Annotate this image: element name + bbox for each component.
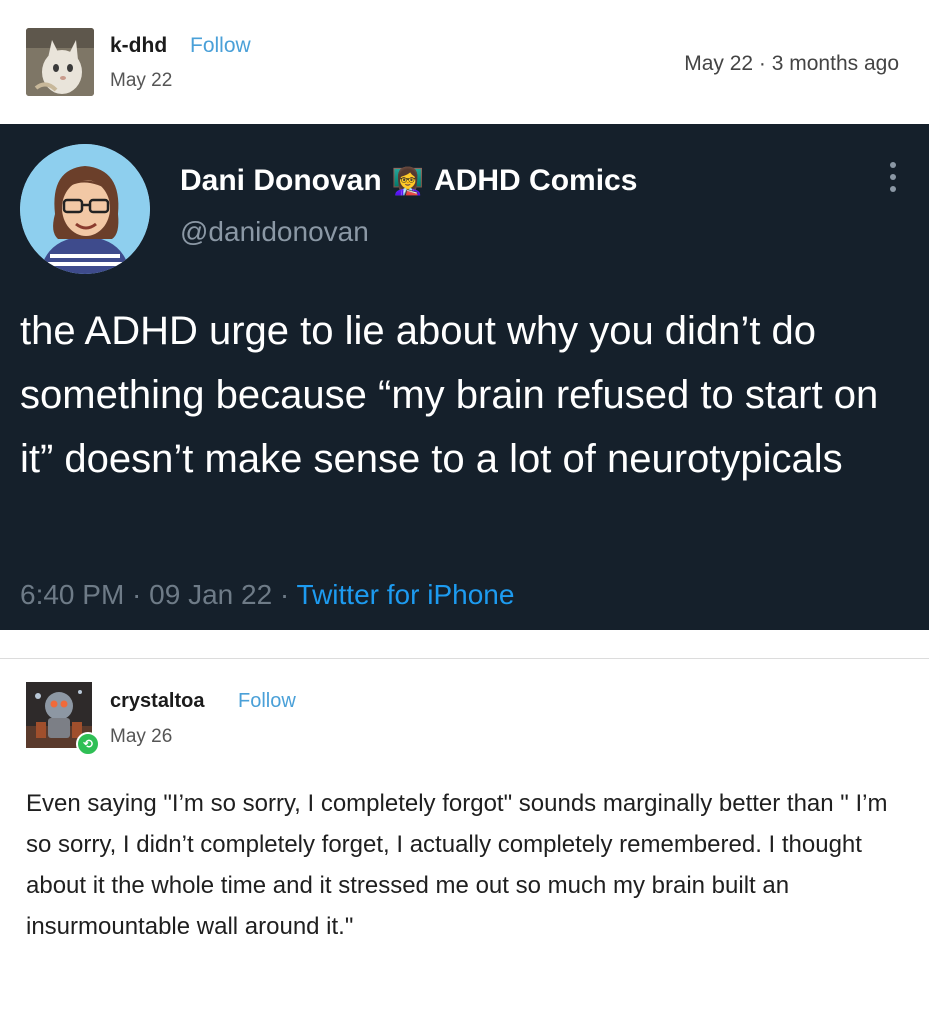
- tweet-metadata: 6:40 PM · 09 Jan 22 · Twitter for iPhone: [20, 579, 514, 611]
- tweet-text: the ADHD urge to lie about why you didn’…: [20, 309, 879, 481]
- illustrated-avatar-image: [20, 144, 150, 274]
- reblog-author-name[interactable]: crystaltoa: [110, 690, 205, 713]
- tweet-time: 6:40 PM · 09 Jan 22 ·: [20, 579, 297, 610]
- tweet-author-title: ADHD Comics: [434, 164, 638, 197]
- follow-k-dhd-button[interactable]: Follow: [190, 34, 251, 58]
- tweet-author-name-row[interactable]: Dani Donovan 👩‍🏫 ADHD Comics: [180, 164, 637, 198]
- reblog-text: Even saying "I’m so sorry, I completely …: [26, 790, 888, 940]
- post-header: k-dhd Follow May 22 May 22 · 3 months ag…: [0, 0, 929, 118]
- tweet-source-link[interactable]: Twitter for iPhone: [297, 579, 515, 610]
- more-vertical-icon[interactable]: [887, 162, 899, 202]
- follow-crystaltoa-button[interactable]: Follow: [238, 690, 296, 713]
- post-author-name[interactable]: k-dhd: [110, 34, 167, 58]
- post-timestamp: May 22 · 3 months ago: [684, 52, 899, 75]
- reblog-divider: [0, 658, 929, 659]
- reblog-icon: ⟲: [76, 732, 100, 756]
- tweet-author-avatar[interactable]: [20, 144, 150, 274]
- reblog-date: May 26: [110, 726, 173, 747]
- post-date: May 22: [110, 70, 173, 91]
- cat-avatar-image: [26, 28, 94, 96]
- teacher-emoji-icon: 👩‍🏫: [391, 165, 425, 196]
- tweet-display-name: Dani Donovan: [180, 164, 382, 197]
- avatar-k-dhd[interactable]: [26, 28, 94, 96]
- tweet-handle[interactable]: @danidonovan: [180, 216, 369, 248]
- tweet-card: Dani Donovan 👩‍🏫 ADHD Comics @danidonova…: [0, 124, 929, 630]
